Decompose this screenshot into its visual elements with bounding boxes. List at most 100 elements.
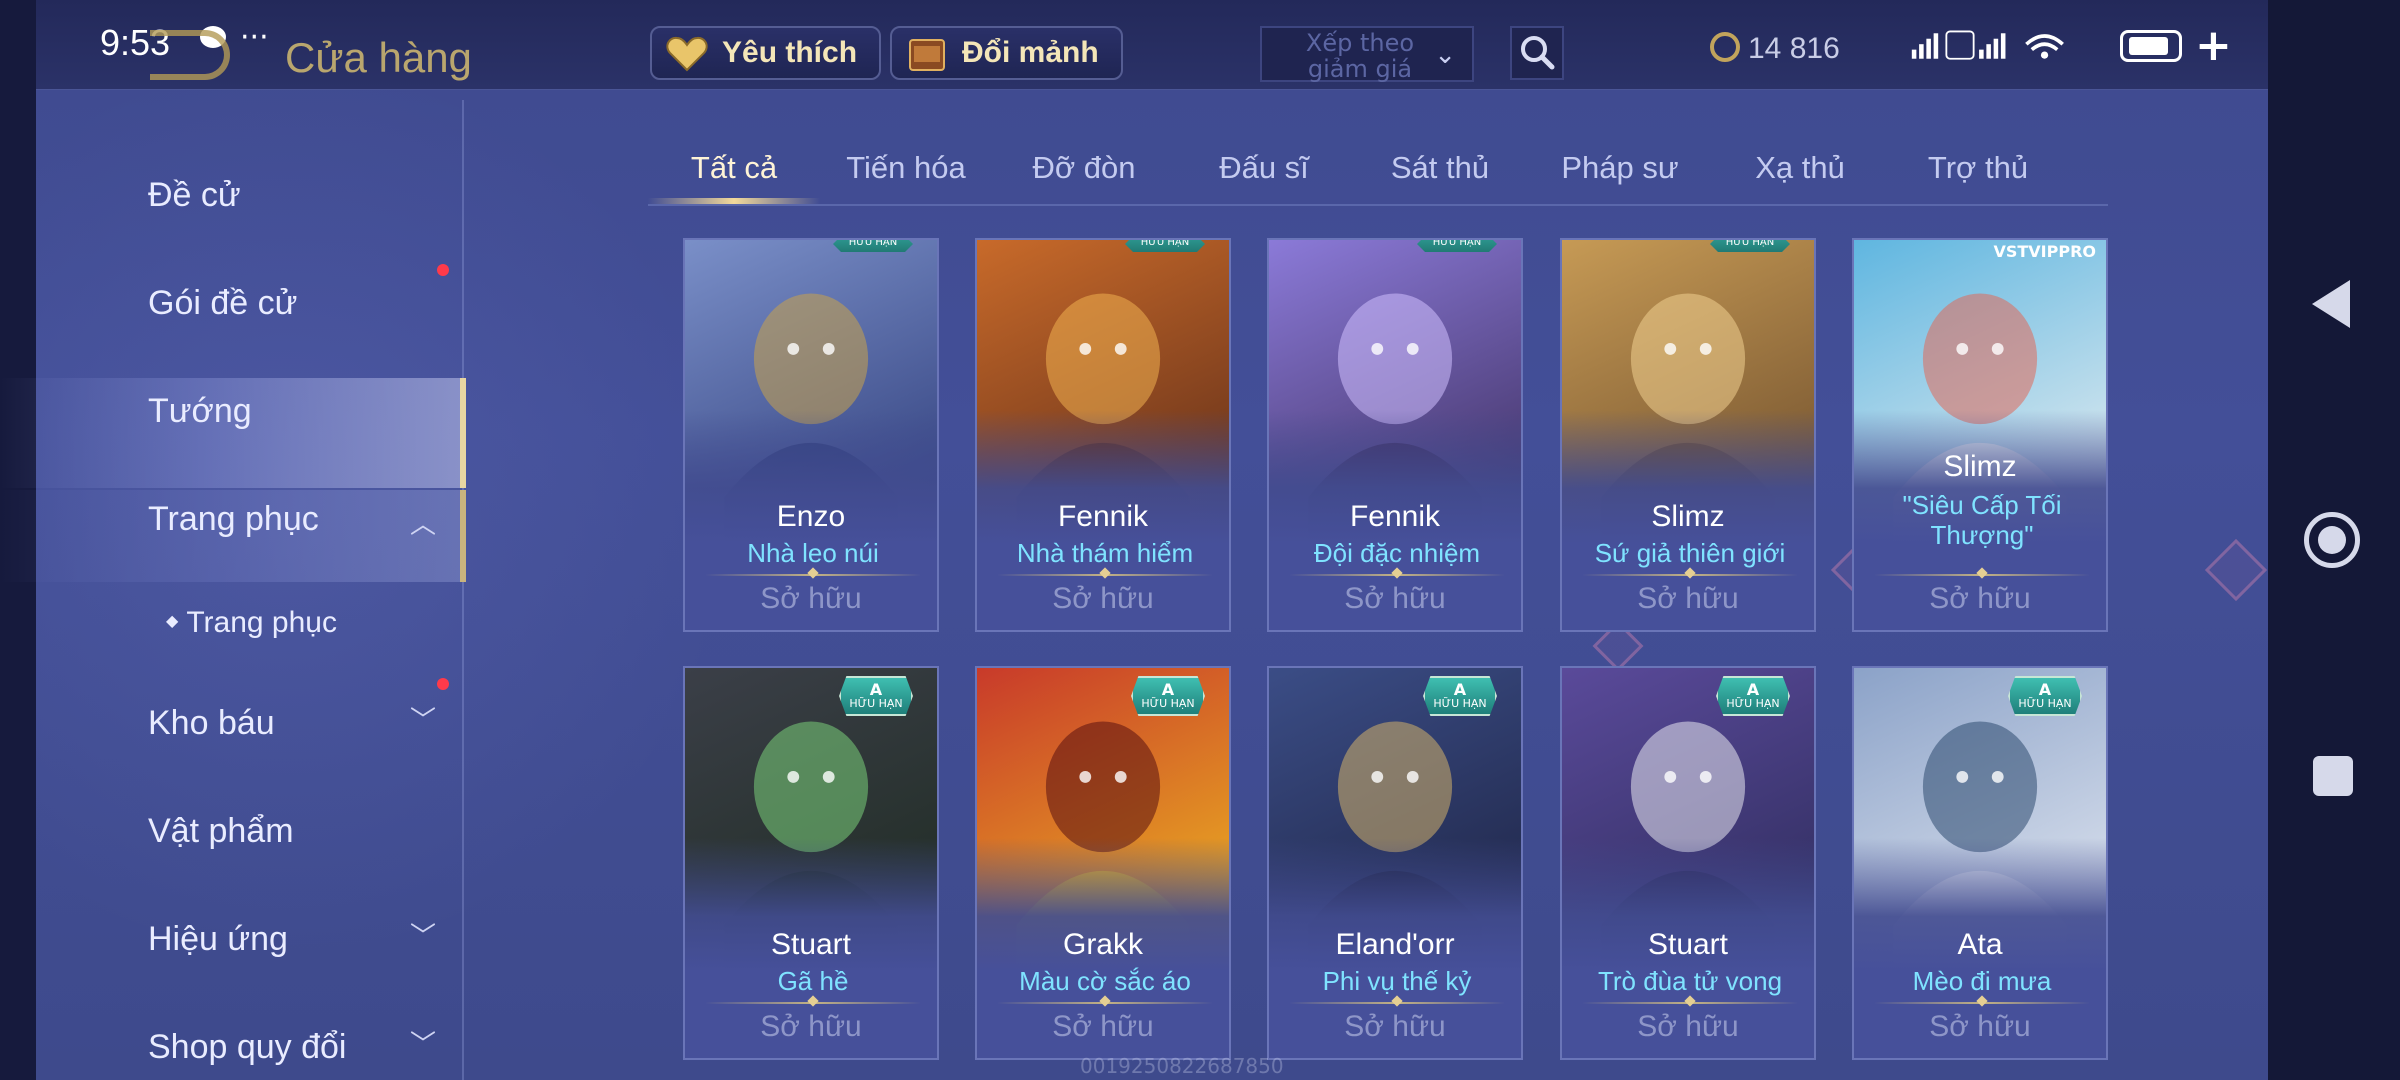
recent-apps-icon[interactable] bbox=[2313, 756, 2353, 796]
shard-label: Đổi mảnh bbox=[962, 36, 1099, 69]
owned-status: Sở hữu bbox=[1052, 1010, 1154, 1043]
category-tabs: Tất cả Tiến hóa Đỡ đòn Đấu sĩ Sát thủ Ph… bbox=[648, 140, 2108, 206]
hero-name: Ata bbox=[1957, 928, 2003, 961]
owned-status: Sở hữu bbox=[1929, 582, 2031, 615]
store-logo-icon bbox=[150, 30, 230, 80]
sidebar-item-skins[interactable]: Trang phục bbox=[148, 500, 319, 539]
owned-status: Sở hữu bbox=[760, 1010, 862, 1043]
sort-dropdown[interactable]: Xếp theo giảm giá ⌄ bbox=[1260, 26, 1474, 82]
favorite-button[interactable]: Yêu thích bbox=[650, 26, 882, 80]
tab-assassin[interactable]: Sát thủ bbox=[1350, 150, 1530, 186]
card-separator bbox=[1289, 1002, 1505, 1004]
search-icon bbox=[1521, 36, 1555, 70]
tab-all[interactable]: Tất cả bbox=[644, 150, 824, 186]
owned-status: Sở hữu bbox=[1637, 1010, 1739, 1043]
limited-badge: HỮU HẠN bbox=[1710, 240, 1790, 252]
coin-icon bbox=[1710, 32, 1740, 62]
sidebar-item-exchange-shop[interactable]: Shop quy đổi bbox=[148, 1028, 347, 1067]
page-title: Cửa hàng bbox=[285, 34, 472, 81]
hero-name: Stuart bbox=[1647, 928, 1729, 961]
card-separator bbox=[1874, 574, 2090, 576]
limited-badge: A HỮU HẠN bbox=[1423, 676, 1497, 716]
skin-card[interactable]: HỮU HẠN Slimz Sứ giả thiên giới Sở hữu bbox=[1560, 238, 1816, 632]
chevron-down-icon: ﹀ bbox=[410, 706, 437, 736]
tab-mage[interactable]: Pháp sư bbox=[1530, 150, 1710, 186]
limited-badge: A HỮU HẠN bbox=[1716, 676, 1790, 716]
owned-status: Sở hữu bbox=[1637, 582, 1739, 615]
shard-exchange-button[interactable]: Đổi mảnh bbox=[890, 26, 1123, 80]
sidebar-item-featured-packs[interactable]: Gói đề cử bbox=[148, 284, 297, 323]
watermark-text: 0019250822687850 bbox=[1080, 1054, 1284, 1078]
limited-badge: A HỮU HẠN bbox=[2008, 676, 2082, 716]
sidebar-item-effects[interactable]: Hiệu ứng bbox=[148, 920, 288, 959]
sidebar-item-items[interactable]: Vật phẩm bbox=[148, 812, 294, 851]
status-dots: ··· bbox=[240, 20, 269, 55]
home-icon[interactable] bbox=[2304, 512, 2360, 568]
hero-name: Slimz bbox=[1651, 500, 1725, 533]
owned-status: Sở hữu bbox=[1052, 582, 1154, 615]
skin-card[interactable]: A HỮU HẠN Grakk Màu cờ sắc áo Sở hữu bbox=[975, 666, 1231, 1060]
skin-card[interactable]: HỮU HẠN Fennik Nhà thám hiểm Sở hữu bbox=[975, 238, 1231, 632]
tab-tank[interactable]: Đỡ đòn bbox=[994, 150, 1174, 186]
skin-card[interactable]: A HỮU HẠN Stuart Gã hề Sở hữu bbox=[683, 666, 939, 1060]
card-separator bbox=[705, 574, 921, 576]
sidebar-item-treasure[interactable]: Kho báu bbox=[148, 704, 275, 743]
skin-card[interactable]: A HỮU HẠN Stuart Trò đùa tử vong Sở hữu bbox=[1560, 666, 1816, 1060]
sidebar-divider bbox=[462, 100, 464, 1080]
tab-marksman[interactable]: Xạ thủ bbox=[1710, 150, 1890, 186]
hero-name: Eland'orr bbox=[1335, 928, 1455, 961]
hero-name: Fennik bbox=[1057, 500, 1149, 533]
skin-card[interactable]: HỮU HẠN Fennik Đội đặc nhiệm Sở hữu bbox=[1267, 238, 1523, 632]
owned-status: Sở hữu bbox=[1344, 582, 1446, 615]
chevron-up-icon: ︿ bbox=[410, 510, 437, 540]
signal-icons bbox=[1911, 30, 2064, 60]
tab-support[interactable]: Trợ thủ bbox=[1888, 150, 2068, 186]
skin-name: Đội đặc nhiệm bbox=[1313, 538, 1481, 568]
sidebar-item-heroes[interactable]: Tướng bbox=[148, 392, 252, 431]
tab-evolution[interactable]: Tiến hóa bbox=[816, 150, 996, 186]
card-separator bbox=[1289, 574, 1505, 576]
sidebar-item-featured[interactable]: Đề cử bbox=[148, 176, 241, 215]
limited-badge: HỮU HẠN bbox=[1125, 240, 1205, 252]
skin-name: Nhà leo núi bbox=[747, 538, 879, 568]
search-button[interactable] bbox=[1510, 26, 1564, 80]
sidebar-subitem-skins[interactable]: ◆ Trang phục bbox=[166, 606, 337, 640]
hero-name: Slimz bbox=[1943, 450, 2017, 483]
limited-badge: HỮU HẠN bbox=[1417, 240, 1497, 252]
favorite-label: Yêu thích bbox=[722, 36, 858, 69]
skin-name: Mèo đi mưa bbox=[1912, 966, 2052, 996]
chevron-down-icon: ﹀ bbox=[410, 922, 437, 952]
skin-name: Gã hề bbox=[777, 966, 849, 996]
back-icon[interactable] bbox=[2312, 280, 2350, 328]
owned-status: Sở hữu bbox=[1929, 1010, 2031, 1043]
diamond-bullet-icon: ◆ bbox=[166, 613, 179, 630]
notification-dot bbox=[437, 678, 449, 690]
skin-card[interactable]: VSTVIPPROHỮU HẠNSlimz"Siêu Cấp Tối Thượn… bbox=[1852, 238, 2108, 632]
skin-card[interactable]: HỮU HẠN Enzo Nhà leo núi Sở hữu bbox=[683, 238, 939, 632]
limited-badge: A HỮU HẠN bbox=[1131, 676, 1205, 716]
battery-icon: 84 bbox=[2120, 30, 2182, 62]
heart-icon bbox=[666, 36, 708, 72]
hero-name: Stuart bbox=[770, 928, 852, 961]
limited-badge: HỮU HẠN bbox=[833, 240, 913, 252]
watermark-tag: VSTVIPPRO bbox=[1993, 242, 2096, 261]
hero-name: Grakk bbox=[1062, 928, 1143, 961]
owned-status: Sở hữu bbox=[1344, 1010, 1446, 1043]
owned-status: Sở hữu bbox=[760, 582, 862, 615]
add-currency-button[interactable]: + bbox=[2195, 20, 2232, 71]
tab-active-underline bbox=[648, 198, 820, 204]
skin-name: Nhà thám hiểm bbox=[1016, 538, 1194, 568]
battery-text: 84 bbox=[2137, 34, 2165, 58]
sidebar-subitem-label: Trang phục bbox=[186, 606, 337, 639]
hero-name: Fennik bbox=[1349, 500, 1441, 533]
coin-balance: 14 816 bbox=[1710, 32, 1840, 66]
tab-fighter[interactable]: Đấu sĩ bbox=[1174, 150, 1354, 186]
notification-dot bbox=[437, 264, 449, 276]
skin-card[interactable]: A HỮU HẠN Eland'orr Phi vụ thế kỷ Sở hữu bbox=[1267, 666, 1523, 1060]
skin-name: Trò đùa tử vong bbox=[1597, 966, 1783, 996]
card-separator bbox=[1582, 574, 1798, 576]
chevron-down-icon: ⌄ bbox=[1434, 40, 1456, 70]
skin-name: "Siêu Cấp Tối Thượng" bbox=[1902, 490, 2062, 550]
skin-name: Màu cờ sắc áo bbox=[1019, 966, 1191, 996]
skin-card[interactable]: A HỮU HẠN Ata Mèo đi mưa Sở hữu bbox=[1852, 666, 2108, 1060]
